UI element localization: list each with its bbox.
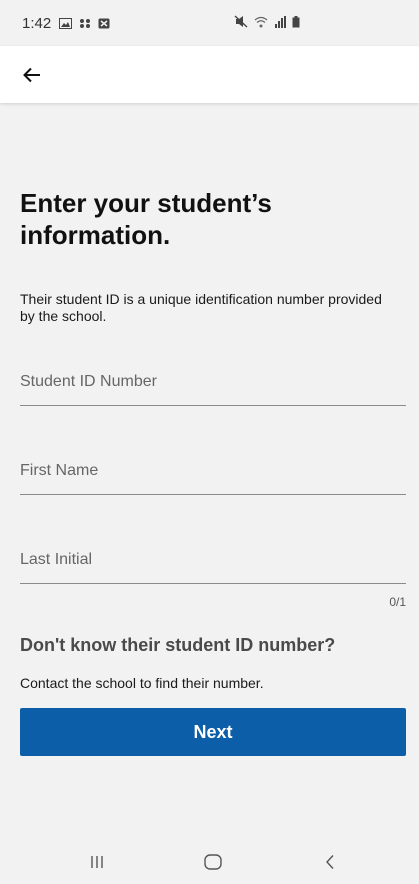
help-text: Contact the school to find their number. xyxy=(20,675,264,691)
character-counter: 0/1 xyxy=(389,595,406,609)
last-initial-input[interactable] xyxy=(20,536,406,583)
recent-apps-icon xyxy=(91,856,103,868)
arrow-left-icon xyxy=(23,67,40,82)
home-button[interactable] xyxy=(193,850,233,874)
student-id-input[interactable] xyxy=(20,358,406,405)
recent-apps-button[interactable] xyxy=(77,850,117,874)
back-button[interactable] xyxy=(14,57,50,93)
nav-back-button[interactable] xyxy=(310,850,350,874)
first-name-field[interactable] xyxy=(20,447,406,495)
next-button[interactable]: Next xyxy=(20,708,406,756)
last-initial-field[interactable] xyxy=(20,536,406,584)
notification-icon xyxy=(98,18,110,28)
navigation-bar xyxy=(0,838,419,884)
image-icon xyxy=(59,17,73,29)
wifi-icon xyxy=(254,16,268,27)
helper-text: Their student ID is a unique identificat… xyxy=(20,291,382,324)
first-name-input[interactable] xyxy=(20,447,406,494)
app-bar xyxy=(0,46,419,103)
status-icons-right xyxy=(234,15,300,28)
mute-icon xyxy=(234,15,248,28)
back-icon xyxy=(326,855,334,869)
signal-icon xyxy=(275,15,286,28)
help-heading: Don't know their student ID number? xyxy=(20,635,336,655)
grid-icon xyxy=(80,18,91,28)
status-icons-left xyxy=(59,17,110,29)
page-title: Enter your student’s information. xyxy=(20,188,272,250)
status-time: 1:42 xyxy=(22,14,52,32)
status-bar: 1:42 xyxy=(0,0,419,46)
student-id-field[interactable] xyxy=(20,358,406,406)
battery-icon xyxy=(292,15,300,27)
home-icon xyxy=(204,854,222,870)
